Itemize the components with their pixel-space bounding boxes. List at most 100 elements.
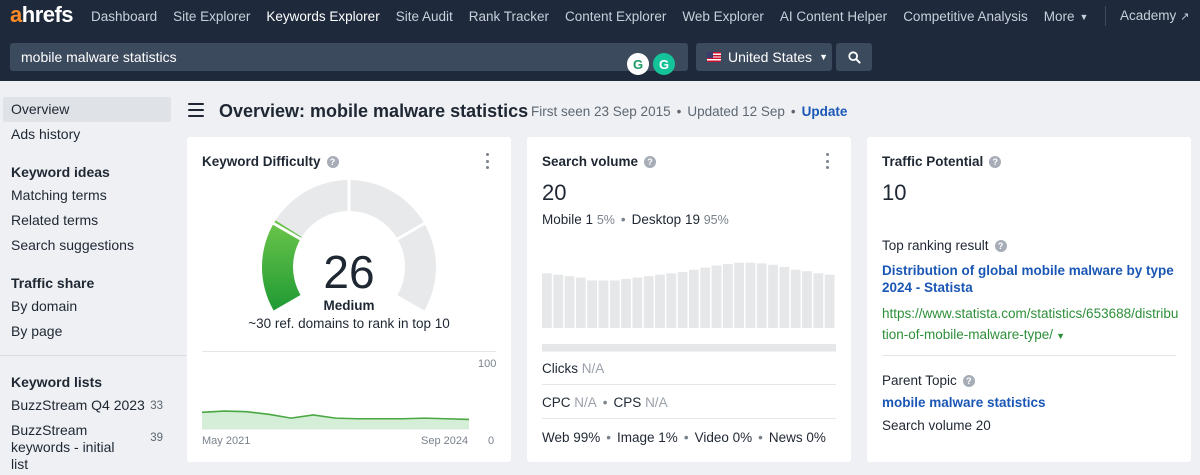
search-button[interactable] [836, 43, 872, 71]
updated-date: Updated 12 Sep [687, 104, 785, 119]
help-icon[interactable]: ? [962, 374, 975, 387]
search-volume-bar [666, 273, 677, 328]
sidebar-item-by-domain[interactable]: By domain [3, 294, 171, 319]
sidebar-item-matching-terms[interactable]: Matching terms [3, 183, 171, 208]
logo-text: hrefs [21, 1, 74, 27]
caret-down-icon[interactable]: ▼ [1056, 331, 1065, 341]
tp-title-text: Traffic Potential [882, 154, 984, 169]
parent-topic-label: Parent Topic? [882, 373, 975, 388]
clicks-value: N/A [581, 361, 605, 376]
keyword-search-input[interactable] [10, 43, 688, 71]
search-volume-bar [609, 280, 620, 328]
search-volume-bar [564, 276, 575, 328]
first-seen-date: First seen 23 Sep 2015 [531, 104, 671, 119]
row-divider [882, 355, 1176, 356]
search-volume-bar [643, 276, 654, 328]
nav-item-keywords-explorer[interactable]: Keywords Explorer [266, 9, 379, 24]
search-volume-bar [575, 277, 586, 328]
nav-divider [1105, 6, 1106, 26]
nav-more-menu[interactable]: More ▼ [1044, 9, 1089, 24]
sidebar-keyword-list-item[interactable]: BuzzStream keywords - initial list [3, 418, 133, 472]
sidebar-keyword-list-item[interactable]: BuzzStream Q4 2023 [3, 393, 171, 418]
grammarly-icon[interactable]: G [653, 53, 675, 75]
search-volume-bar [813, 273, 824, 328]
kd-chart-y-min-label: 0 [488, 435, 495, 447]
nav-item-site-audit[interactable]: Site Audit [396, 9, 453, 24]
nav-items: Dashboard Site Explorer Keywords Explorer S… [91, 9, 1044, 24]
row-divider [542, 418, 836, 419]
keyword-list-name: BuzzStream keywords - initial list [11, 422, 115, 472]
sidebar-item-ads-history[interactable]: Ads history [3, 122, 171, 147]
caret-down-icon: ▼ [1079, 11, 1089, 22]
search-volume-bar [722, 264, 733, 328]
parent-topic-volume: Search volume 20 [882, 418, 991, 433]
sidebar-item-related-terms[interactable]: Related terms [3, 208, 171, 233]
traffic-potential-value: 10 [882, 180, 907, 205]
search-volume-card: Search volume? 20 Mobile 1 5% • Desktop 19… [527, 137, 851, 462]
sidebar-item-overview[interactable]: Overview [3, 97, 171, 122]
kd-chart-y-max-label: 100 [478, 358, 497, 370]
sidebar: Overview Ads history Keyword ideas Match… [0, 81, 186, 475]
nav-item-web-explorer[interactable]: Web Explorer [682, 9, 764, 24]
help-icon[interactable]: ? [989, 155, 1002, 168]
cps-label: CPS [613, 395, 642, 410]
search-volume-bar [711, 265, 722, 328]
cpc-value: N/A [574, 395, 597, 410]
browser-extension-icons: G G [627, 53, 679, 75]
nav-item-ai-content-helper[interactable]: AI Content Helper [780, 9, 887, 24]
ahrefs-logo[interactable]: ahrefs [10, 1, 74, 27]
sidebar-item-search-suggestions[interactable]: Search suggestions [3, 233, 171, 258]
nav-item-rank-tracker[interactable]: Rank Tracker [469, 9, 549, 24]
search-volume-bar [598, 280, 609, 328]
keyword-difficulty-card: Keyword Difficulty? 26 Medium ~30 ref. d… [187, 137, 511, 462]
country-select[interactable]: United States ▼ [696, 43, 832, 71]
nav-item-site-explorer[interactable]: Site Explorer [173, 9, 250, 24]
keyword-list-count: 33 [150, 400, 163, 412]
keyword-extension-icon[interactable]: G [627, 53, 649, 75]
kd-history-area [202, 411, 469, 429]
serp-feature-news: News 0% [768, 430, 826, 445]
cps-value: N/A [645, 395, 668, 410]
update-link[interactable]: Update [802, 104, 848, 119]
search-volume-bar [779, 266, 790, 328]
menu-toggle-icon[interactable] [188, 103, 204, 117]
search-volume-bar [745, 262, 756, 328]
us-flag-icon [707, 52, 721, 62]
top-ranking-result-url[interactable]: https://www.statista.com/statistics/6536… [882, 303, 1182, 347]
clicks-row: Clicks N/A [542, 361, 604, 376]
search-volume-bar [632, 277, 643, 328]
search-volume-bar [621, 279, 631, 328]
page-title: Overview: mobile malware statistics [219, 101, 529, 121]
search-volume-bar [677, 271, 688, 328]
search-volume-bar [734, 262, 745, 328]
top-ranking-result-label: Top ranking result? [882, 238, 1007, 253]
nav-item-content-explorer[interactable]: Content Explorer [565, 9, 666, 24]
nav-more-label: More [1043, 9, 1075, 24]
tp-card-title: Traffic Potential? [882, 154, 1002, 169]
top-ranking-result-link[interactable]: Distribution of global mobile malware by… [882, 262, 1182, 296]
nav-item-dashboard[interactable]: Dashboard [91, 9, 157, 24]
row-divider [542, 384, 836, 385]
sidebar-divider [0, 355, 186, 356]
nav-academy-link[interactable]: Academy ↗ [1120, 8, 1190, 23]
nav-academy-label: Academy [1120, 8, 1177, 23]
cpc-label: CPC [542, 395, 571, 410]
kd-chart-start-label: May 2021 [202, 435, 251, 447]
search-volume-bar [802, 271, 812, 328]
sidebar-heading-traffic-share: Traffic share [11, 275, 95, 291]
parent-topic-label-text: Parent Topic [882, 373, 957, 388]
search-volume-bar [824, 274, 835, 328]
sidebar-item-by-page[interactable]: By page [3, 319, 171, 344]
search-volume-bar [700, 267, 711, 328]
search-volume-bar [553, 274, 564, 328]
parent-topic-link[interactable]: mobile malware statistics [882, 395, 1046, 410]
search-volume-history-chart [542, 262, 836, 352]
search-band: G G United States ▼ [0, 33, 1200, 81]
sidebar-heading-keyword-lists: Keyword lists [11, 374, 103, 390]
top-nav: ahrefs Dashboard Site Explorer Keywords Ex… [0, 0, 1200, 33]
search-volume-bar [768, 264, 778, 328]
nav-item-competitive-analysis[interactable]: Competitive Analysis [903, 9, 1028, 24]
logo-accent: a [10, 1, 22, 27]
page-meta: First seen 23 Sep 2015 • Updated 12 Sep • Up… [531, 104, 848, 119]
help-icon[interactable]: ? [994, 239, 1007, 252]
